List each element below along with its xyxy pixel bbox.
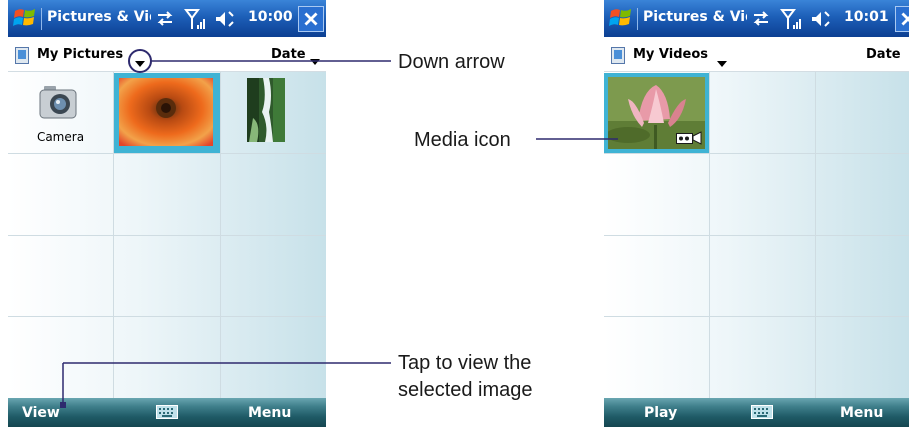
- clock: 10:00: [248, 9, 293, 25]
- menu-softkey[interactable]: Menu: [248, 405, 291, 421]
- grid-line: [8, 153, 326, 154]
- soft-key-bar: View Menu: [8, 398, 326, 427]
- grid-line: [604, 316, 909, 317]
- title-bar: Pictures & Vid 10:01: [604, 0, 909, 37]
- start-menu-icon[interactable]: [607, 5, 635, 32]
- lotus-video-thumbnail-selected[interactable]: [604, 73, 709, 153]
- signal-icon: [780, 9, 801, 29]
- app-title: Pictures & Vid: [47, 9, 151, 25]
- clock: 10:01: [844, 9, 889, 25]
- grid-line: [8, 316, 326, 317]
- down-arrow-callout: Down arrow: [398, 51, 505, 73]
- tap-callout-line-2: selected image: [398, 379, 533, 401]
- camera-icon: [39, 86, 77, 119]
- play-softkey[interactable]: Play: [644, 405, 677, 421]
- connectivity-icon: [753, 11, 769, 26]
- grid-line: [8, 235, 326, 236]
- video-camera-icon: [676, 131, 702, 145]
- grid-line: [604, 153, 909, 154]
- status-icons[interactable]: [156, 7, 244, 31]
- title-bar: Pictures & Vid 10:00: [8, 0, 326, 37]
- title-separator: [637, 8, 638, 30]
- folder-dropdown-arrow-icon[interactable]: [717, 61, 727, 67]
- folder-dropdown-arrow-icon[interactable]: [135, 61, 145, 67]
- connectivity-icon: [157, 11, 173, 26]
- keyboard-icon[interactable]: [156, 405, 178, 419]
- status-icons[interactable]: [752, 7, 840, 31]
- flower-thumbnail-selected[interactable]: [114, 73, 220, 153]
- close-button[interactable]: [895, 6, 909, 32]
- volume-icon: [216, 11, 234, 27]
- folder-bar: My Videos Date: [604, 37, 909, 72]
- right-phone-screen: Pictures & Vid 10:01 My Videos Date Play…: [604, 0, 909, 427]
- grid-line: [604, 235, 909, 236]
- soft-key-bar: Play Menu: [604, 398, 909, 427]
- thumbnail-grid: [604, 72, 909, 398]
- waterfall-photo: [247, 78, 285, 142]
- flower-photo: [119, 78, 213, 146]
- tap-callout-line-1: Tap to view the: [398, 352, 532, 374]
- keyboard-icon[interactable]: [751, 405, 773, 419]
- volume-icon: [812, 11, 830, 27]
- folder-dropdown[interactable]: My Videos: [633, 47, 708, 62]
- app-title: Pictures & Vid: [643, 9, 747, 25]
- thumbnail-grid: Camera: [8, 72, 326, 398]
- sort-dropdown[interactable]: Date: [866, 47, 901, 62]
- waterfall-thumbnail[interactable]: [221, 72, 326, 153]
- folder-dropdown[interactable]: My Pictures: [37, 47, 123, 62]
- media-icon-callout: Media icon: [414, 129, 511, 151]
- signal-icon: [184, 9, 205, 29]
- left-phone-screen: Pictures & Vid 10:00 My Pictures Date Ca…: [8, 0, 326, 427]
- start-menu-icon[interactable]: [11, 5, 39, 32]
- menu-softkey[interactable]: Menu: [840, 405, 883, 421]
- device-icon: [15, 47, 29, 64]
- device-icon: [611, 47, 625, 64]
- sort-dropdown[interactable]: Date: [271, 47, 306, 62]
- camera-label: Camera: [36, 130, 85, 144]
- view-softkey[interactable]: View: [22, 405, 60, 421]
- title-separator: [41, 8, 42, 30]
- close-button[interactable]: [298, 6, 324, 32]
- camera-thumbnail[interactable]: Camera: [8, 72, 113, 153]
- folder-bar: My Pictures Date: [8, 37, 326, 72]
- sort-dropdown-arrow-icon[interactable]: [310, 59, 320, 65]
